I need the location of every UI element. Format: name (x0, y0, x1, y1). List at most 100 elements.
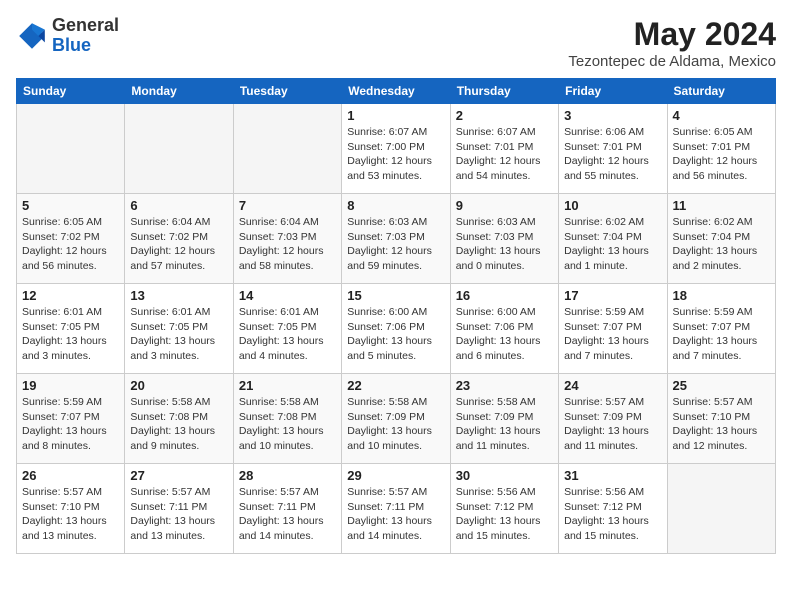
day-info: Sunrise: 6:04 AM Sunset: 7:03 PM Dayligh… (239, 215, 336, 274)
day-info: Sunrise: 5:58 AM Sunset: 7:09 PM Dayligh… (347, 395, 444, 454)
day-info: Sunrise: 6:06 AM Sunset: 7:01 PM Dayligh… (564, 125, 661, 184)
day-info: Sunrise: 5:58 AM Sunset: 7:08 PM Dayligh… (239, 395, 336, 454)
day-info: Sunrise: 5:59 AM Sunset: 7:07 PM Dayligh… (673, 305, 770, 364)
calendar-day-cell: 22 Sunrise: 5:58 AM Sunset: 7:09 PM Dayli… (342, 374, 450, 464)
calendar-day-cell: 15 Sunrise: 6:00 AM Sunset: 7:06 PM Dayli… (342, 284, 450, 374)
weekday-header: Saturday (667, 79, 775, 104)
day-number: 19 (22, 378, 119, 393)
day-info: Sunrise: 5:58 AM Sunset: 7:09 PM Dayligh… (456, 395, 553, 454)
day-info: Sunrise: 6:05 AM Sunset: 7:01 PM Dayligh… (673, 125, 770, 184)
day-info: Sunrise: 6:03 AM Sunset: 7:03 PM Dayligh… (347, 215, 444, 274)
day-number: 15 (347, 288, 444, 303)
day-info: Sunrise: 5:57 AM Sunset: 7:11 PM Dayligh… (130, 485, 227, 544)
day-number: 13 (130, 288, 227, 303)
calendar-day-cell: 8 Sunrise: 6:03 AM Sunset: 7:03 PM Daylig… (342, 194, 450, 284)
day-number: 21 (239, 378, 336, 393)
day-number: 29 (347, 468, 444, 483)
day-info: Sunrise: 5:57 AM Sunset: 7:11 PM Dayligh… (347, 485, 444, 544)
day-info: Sunrise: 5:57 AM Sunset: 7:11 PM Dayligh… (239, 485, 336, 544)
calendar-day-cell (667, 464, 775, 554)
day-number: 11 (673, 198, 770, 213)
day-info: Sunrise: 5:59 AM Sunset: 7:07 PM Dayligh… (22, 395, 119, 454)
weekday-header: Sunday (17, 79, 125, 104)
calendar-day-cell: 11 Sunrise: 6:02 AM Sunset: 7:04 PM Dayli… (667, 194, 775, 284)
weekday-header: Friday (559, 79, 667, 104)
month-year: May 2024 (568, 16, 776, 53)
calendar-day-cell: 28 Sunrise: 5:57 AM Sunset: 7:11 PM Dayli… (233, 464, 341, 554)
day-number: 8 (347, 198, 444, 213)
calendar-week-row: 5Sunrise: 6:05 AM Sunset: 7:02 PM Daylig… (17, 194, 776, 284)
weekday-header: Thursday (450, 79, 558, 104)
day-info: Sunrise: 6:00 AM Sunset: 7:06 PM Dayligh… (347, 305, 444, 364)
day-info: Sunrise: 6:01 AM Sunset: 7:05 PM Dayligh… (22, 305, 119, 364)
day-info: Sunrise: 6:07 AM Sunset: 7:00 PM Dayligh… (347, 125, 444, 184)
day-number: 18 (673, 288, 770, 303)
calendar-day-cell: 19 Sunrise: 5:59 AM Sunset: 7:07 PM Dayli… (17, 374, 125, 464)
calendar-day-cell: 20Sunrise: 5:58 AM Sunset: 7:08 PM Dayli… (125, 374, 233, 464)
calendar-day-cell: 31 Sunrise: 5:56 AM Sunset: 7:12 PM Dayli… (559, 464, 667, 554)
logo-text: General Blue (52, 16, 119, 56)
calendar-day-cell: 14 Sunrise: 6:01 AM Sunset: 7:05 PM Dayli… (233, 284, 341, 374)
day-info: Sunrise: 5:56 AM Sunset: 7:12 PM Dayligh… (564, 485, 661, 544)
calendar-table: SundayMondayTuesdayWednesdayThursdayFrid… (16, 78, 776, 554)
page-header: General Blue May 2024 Tezontepec de Alda… (16, 16, 776, 70)
calendar-day-cell: 16 Sunrise: 6:00 AM Sunset: 7:06 PM Dayli… (450, 284, 558, 374)
day-number: 4 (673, 108, 770, 123)
day-number: 26 (22, 468, 119, 483)
day-number: 2 (456, 108, 553, 123)
day-info: Sunrise: 6:07 AM Sunset: 7:01 PM Dayligh… (456, 125, 553, 184)
calendar-day-cell: 6Sunrise: 6:04 AM Sunset: 7:02 PM Daylig… (125, 194, 233, 284)
logo-icon (16, 20, 48, 52)
day-info: Sunrise: 5:56 AM Sunset: 7:12 PM Dayligh… (456, 485, 553, 544)
calendar-day-cell: 30Sunrise: 5:56 AM Sunset: 7:12 PM Dayli… (450, 464, 558, 554)
day-number: 1 (347, 108, 444, 123)
calendar-day-cell (17, 104, 125, 194)
calendar-week-row: 19 Sunrise: 5:59 AM Sunset: 7:07 PM Dayli… (17, 374, 776, 464)
day-info: Sunrise: 6:02 AM Sunset: 7:04 PM Dayligh… (673, 215, 770, 274)
calendar-week-row: 12 Sunrise: 6:01 AM Sunset: 7:05 PM Dayli… (17, 284, 776, 374)
calendar-day-cell: 3 Sunrise: 6:06 AM Sunset: 7:01 PM Daylig… (559, 104, 667, 194)
calendar-day-cell: 7 Sunrise: 6:04 AM Sunset: 7:03 PM Daylig… (233, 194, 341, 284)
calendar-day-cell: 4 Sunrise: 6:05 AM Sunset: 7:01 PM Daylig… (667, 104, 775, 194)
day-number: 31 (564, 468, 661, 483)
day-number: 16 (456, 288, 553, 303)
day-info: Sunrise: 5:57 AM Sunset: 7:09 PM Dayligh… (564, 395, 661, 454)
title-block: May 2024 Tezontepec de Aldama, Mexico (568, 16, 776, 70)
day-number: 12 (22, 288, 119, 303)
calendar-day-cell: 25Sunrise: 5:57 AM Sunset: 7:10 PM Dayli… (667, 374, 775, 464)
day-number: 24 (564, 378, 661, 393)
day-number: 10 (564, 198, 661, 213)
calendar-day-cell: 24 Sunrise: 5:57 AM Sunset: 7:09 PM Dayli… (559, 374, 667, 464)
day-info: Sunrise: 6:04 AM Sunset: 7:02 PM Dayligh… (130, 215, 227, 274)
day-info: Sunrise: 5:59 AM Sunset: 7:07 PM Dayligh… (564, 305, 661, 364)
calendar-week-row: 26Sunrise: 5:57 AM Sunset: 7:10 PM Dayli… (17, 464, 776, 554)
day-number: 20 (130, 378, 227, 393)
day-info: Sunrise: 5:57 AM Sunset: 7:10 PM Dayligh… (673, 395, 770, 454)
day-number: 23 (456, 378, 553, 393)
calendar-day-cell: 23 Sunrise: 5:58 AM Sunset: 7:09 PM Dayli… (450, 374, 558, 464)
day-number: 9 (456, 198, 553, 213)
weekday-header: Tuesday (233, 79, 341, 104)
calendar-day-cell: 13Sunrise: 6:01 AM Sunset: 7:05 PM Dayli… (125, 284, 233, 374)
calendar-day-cell: 5Sunrise: 6:05 AM Sunset: 7:02 PM Daylig… (17, 194, 125, 284)
weekday-header-row: SundayMondayTuesdayWednesdayThursdayFrid… (17, 79, 776, 104)
calendar-day-cell: 27 Sunrise: 5:57 AM Sunset: 7:11 PM Dayli… (125, 464, 233, 554)
day-info: Sunrise: 6:02 AM Sunset: 7:04 PM Dayligh… (564, 215, 661, 274)
day-info: Sunrise: 6:01 AM Sunset: 7:05 PM Dayligh… (239, 305, 336, 364)
day-number: 3 (564, 108, 661, 123)
calendar-week-row: 1 Sunrise: 6:07 AM Sunset: 7:00 PM Daylig… (17, 104, 776, 194)
day-info: Sunrise: 6:00 AM Sunset: 7:06 PM Dayligh… (456, 305, 553, 364)
day-number: 27 (130, 468, 227, 483)
day-number: 5 (22, 198, 119, 213)
day-info: Sunrise: 6:03 AM Sunset: 7:03 PM Dayligh… (456, 215, 553, 274)
calendar-day-cell: 26Sunrise: 5:57 AM Sunset: 7:10 PM Dayli… (17, 464, 125, 554)
day-number: 14 (239, 288, 336, 303)
calendar-day-cell: 1 Sunrise: 6:07 AM Sunset: 7:00 PM Daylig… (342, 104, 450, 194)
location: Tezontepec de Aldama, Mexico (568, 53, 776, 70)
calendar-day-cell (233, 104, 341, 194)
day-number: 17 (564, 288, 661, 303)
day-number: 28 (239, 468, 336, 483)
day-number: 7 (239, 198, 336, 213)
day-number: 22 (347, 378, 444, 393)
calendar-day-cell: 2 Sunrise: 6:07 AM Sunset: 7:01 PM Daylig… (450, 104, 558, 194)
